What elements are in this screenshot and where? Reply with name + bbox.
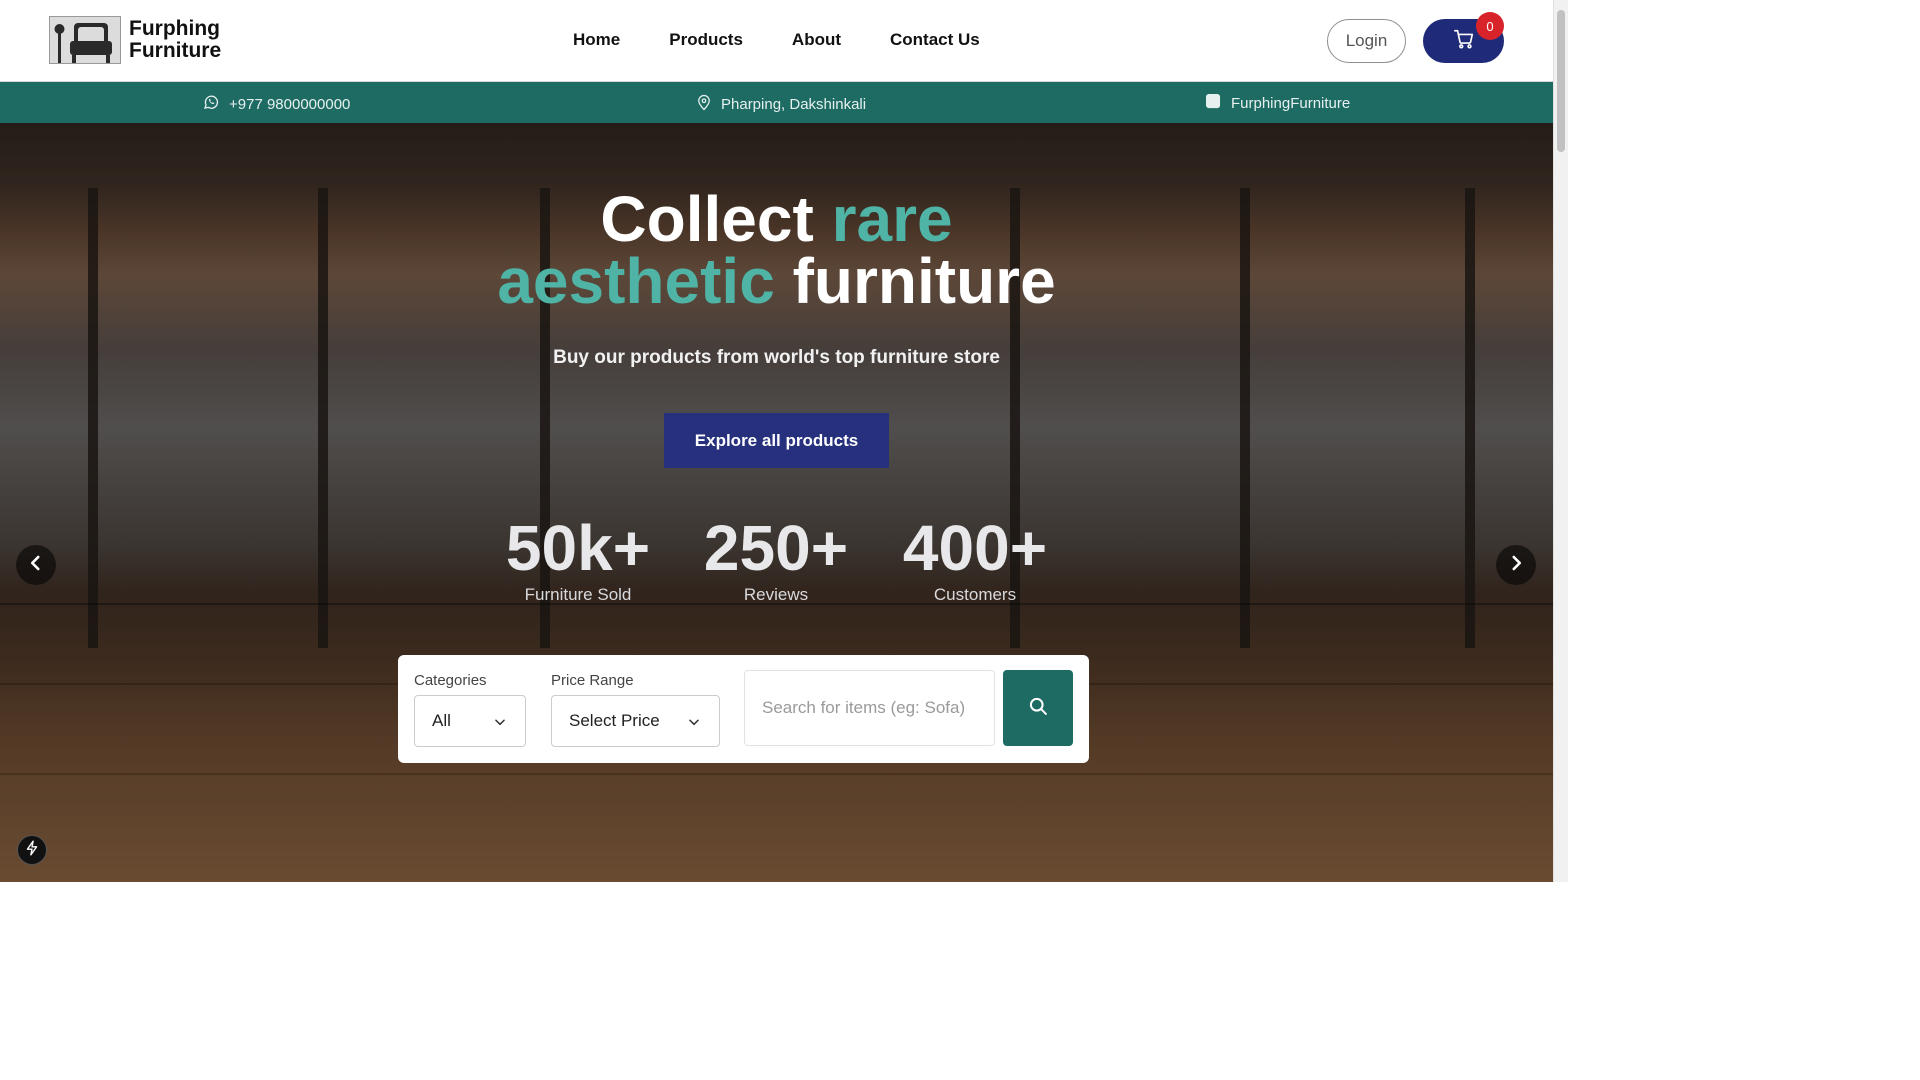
hero-title: Collect rare aesthetic furniture (0, 187, 1553, 313)
stat-customers: 400+ Customers (892, 516, 1058, 605)
price-range-value: Select Price (569, 711, 660, 730)
stat-label: Reviews (743, 585, 809, 604)
stat-label: Furniture Sold (524, 585, 632, 604)
search-icon (1028, 696, 1048, 721)
brand-name-line2: Furniture (129, 39, 222, 62)
search-button[interactable] (1003, 670, 1073, 746)
stat-label: Customers (933, 585, 1017, 604)
explore-products-button[interactable]: Explore all products (664, 413, 889, 468)
brand-name-line1: Furphing (129, 17, 220, 40)
phone-number: +977 9800000000 (229, 95, 351, 113)
cart-count-badge: 0 (1476, 12, 1504, 40)
chevron-right-icon (1507, 554, 1525, 577)
social-handle: FurphingFurniture (1231, 95, 1351, 112)
location-info[interactable]: Pharping, Dakshinkali (697, 94, 866, 115)
search-input[interactable] (744, 670, 995, 746)
login-button[interactable]: Login (1327, 19, 1406, 63)
hero-banner: Collect rare aesthetic furniture Buy our… (0, 123, 1553, 882)
categories-label: Categories (414, 672, 487, 689)
brand-logo[interactable]: Furphing Furniture (49, 16, 221, 64)
nav-home[interactable]: Home (573, 30, 620, 50)
contact-info-bar: +977 9800000000 Pharping, Dakshinkali Fu… (0, 82, 1553, 123)
carousel-prev-button[interactable] (16, 545, 56, 585)
floor-line (0, 773, 1553, 775)
hero-subtitle: Buy our products from world's top furnit… (553, 347, 1000, 368)
categories-value: All (432, 711, 451, 730)
lightning-bolt-icon (25, 839, 39, 861)
price-range-select[interactable]: Select Price (551, 695, 720, 747)
location-text: Pharping, Dakshinkali (721, 96, 867, 113)
product-search-panel: Categories All Price Range Select Price (398, 655, 1089, 763)
stat-value: 50k+ (505, 512, 651, 584)
scrollbar-thumb[interactable] (1557, 10, 1565, 152)
hero-title-word: furniture (792, 245, 1056, 317)
price-range-label: Price Range (551, 672, 634, 689)
nav-contact-us[interactable]: Contact Us (890, 30, 980, 50)
carousel-next-button[interactable] (1496, 545, 1536, 585)
chevron-down-icon (493, 714, 507, 734)
social-icon (1206, 94, 1221, 113)
armchair-logo-icon (49, 16, 121, 64)
page-scrollbar[interactable] (1553, 0, 1568, 882)
chevron-down-icon (687, 714, 701, 734)
nav-products[interactable]: Products (669, 30, 743, 50)
cart-icon (1453, 28, 1475, 55)
main-nav: Home Products About Contact Us (573, 30, 980, 50)
chevron-left-icon (27, 554, 45, 577)
social-info[interactable]: FurphingFurniture (1206, 94, 1350, 113)
hero-title-accent: aesthetic (497, 245, 775, 317)
stat-value: 250+ (703, 512, 849, 584)
site-header: Furphing Furniture Home Products About C… (0, 0, 1553, 82)
devtools-toggle-button[interactable] (17, 835, 47, 865)
phone-info[interactable]: +977 9800000000 (203, 94, 350, 114)
stat-value: 400+ (902, 512, 1048, 584)
categories-select[interactable]: All (414, 695, 526, 747)
stat-furniture-sold: 50k+ Furniture Sold (500, 516, 656, 605)
whatsapp-icon (203, 94, 219, 114)
nav-about[interactable]: About (792, 30, 841, 50)
stat-reviews: 250+ Reviews (696, 516, 856, 605)
map-pin-icon (697, 94, 711, 115)
